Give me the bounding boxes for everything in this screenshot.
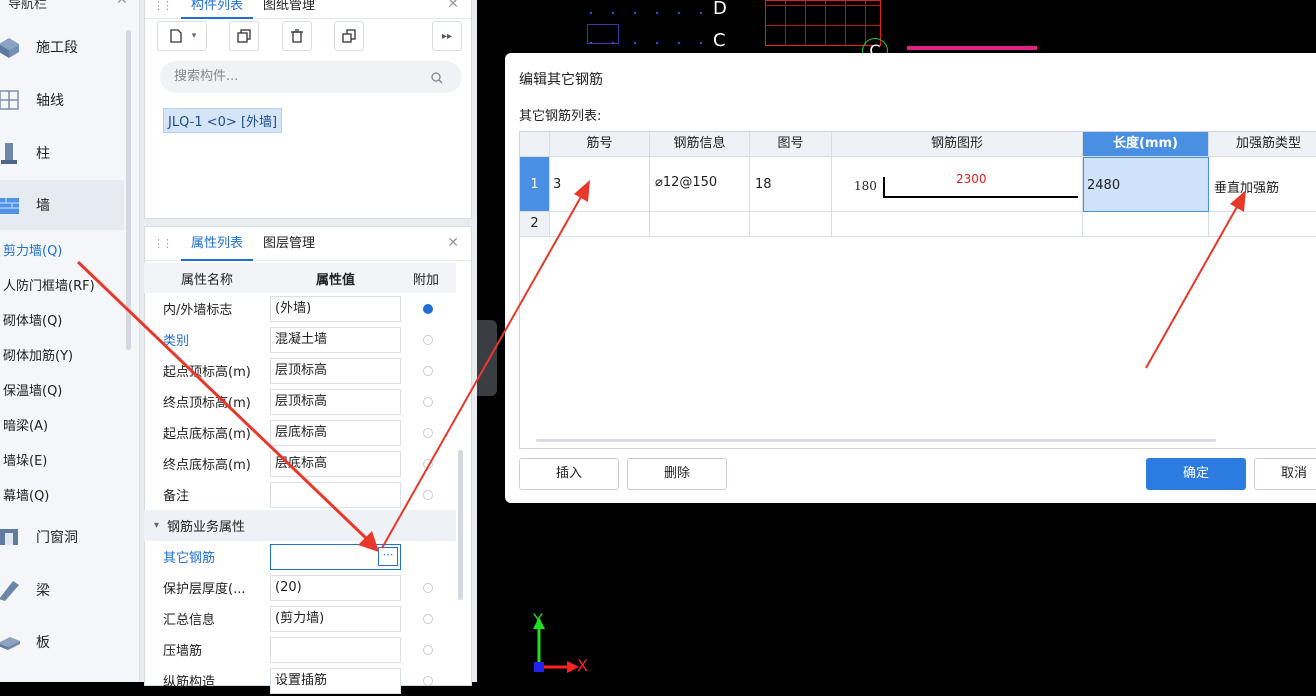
annotation-arrows bbox=[76, 180, 1246, 552]
